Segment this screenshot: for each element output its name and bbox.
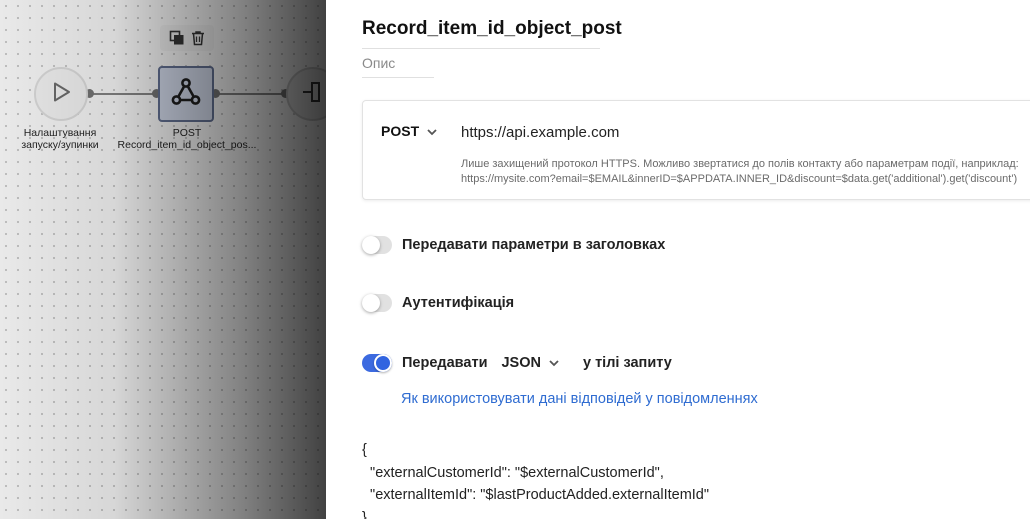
play-icon	[50, 81, 72, 108]
method-value: POST	[381, 123, 420, 139]
response-usage-link[interactable]: Як використовувати дані відповідей у пов…	[401, 391, 758, 407]
body-toggle-row: Передавати JSON у тілі запиту	[362, 354, 672, 372]
copy-icon[interactable]	[168, 29, 186, 47]
body-toggle[interactable]	[362, 354, 392, 372]
connector-line	[88, 93, 160, 95]
auth-toggle[interactable]	[362, 294, 392, 312]
settings-panel: Record_item_id_object_post Опис POST Лиш…	[326, 0, 1030, 519]
node-toolbar	[160, 25, 214, 51]
start-node-label-line2: запуску/зупинки	[21, 139, 99, 151]
url-hint-line2: https://mysite.com?email=$EMAIL&innerID=…	[461, 173, 1018, 185]
json-line: {	[362, 442, 367, 458]
chevron-down-icon	[427, 123, 437, 139]
json-line: "externalItemId": "$lastProductAdded.ext…	[362, 487, 710, 503]
url-hint-line1: Лише захищений протокол HTTPS. Можливо з…	[461, 158, 1019, 170]
webhook-icon	[169, 75, 203, 114]
description-field[interactable]: Опис	[362, 55, 434, 78]
chevron-down-icon	[549, 355, 559, 371]
webhook-node-name: Record_item_id_object_pos...	[117, 139, 257, 151]
start-node[interactable]	[34, 67, 88, 121]
connector-line	[214, 93, 288, 95]
page-title[interactable]: Record_item_id_object_post	[362, 18, 622, 49]
format-select[interactable]: JSON	[501, 355, 559, 371]
url-hint: Лише захищений протокол HTTPS. Можливо з…	[461, 157, 1030, 187]
url-input[interactable]	[461, 121, 1030, 143]
webhook-node-method: POST	[172, 127, 202, 139]
auth-toggle-label: Аутентифікація	[402, 295, 515, 311]
start-node-label-line1: Налаштування	[23, 127, 97, 139]
json-line: }	[362, 509, 367, 519]
json-line: "externalCustomerId": "$externalCustomer…	[362, 464, 664, 481]
workflow-canvas[interactable]: Налаштування запуску/зупинки POST Record…	[0, 0, 326, 519]
headers-toggle-row: Передавати параметри в заголовках	[362, 236, 665, 254]
headers-toggle[interactable]	[362, 236, 392, 254]
exit-icon	[302, 81, 324, 108]
webhook-node-label: POST Record_item_id_object_pos...	[112, 127, 262, 151]
body-toggle-suffix: у тілі запиту	[582, 355, 672, 371]
auth-toggle-row: Аутентифікація	[362, 294, 514, 312]
webhook-node[interactable]	[158, 66, 214, 122]
method-select[interactable]: POST	[381, 123, 437, 139]
end-node[interactable]	[286, 67, 326, 121]
format-value: JSON	[501, 355, 541, 371]
trash-icon[interactable]	[189, 29, 207, 47]
headers-toggle-label: Передавати параметри в заголовках	[402, 237, 666, 253]
json-body-editor[interactable]: { "externalCustomerId": "$externalCustom…	[362, 439, 709, 519]
start-node-label: Налаштування запуску/зупинки	[4, 127, 116, 151]
request-card: POST Лише захищений протокол HTTPS. Можл…	[362, 100, 1030, 200]
body-toggle-label: Передавати	[402, 355, 488, 371]
